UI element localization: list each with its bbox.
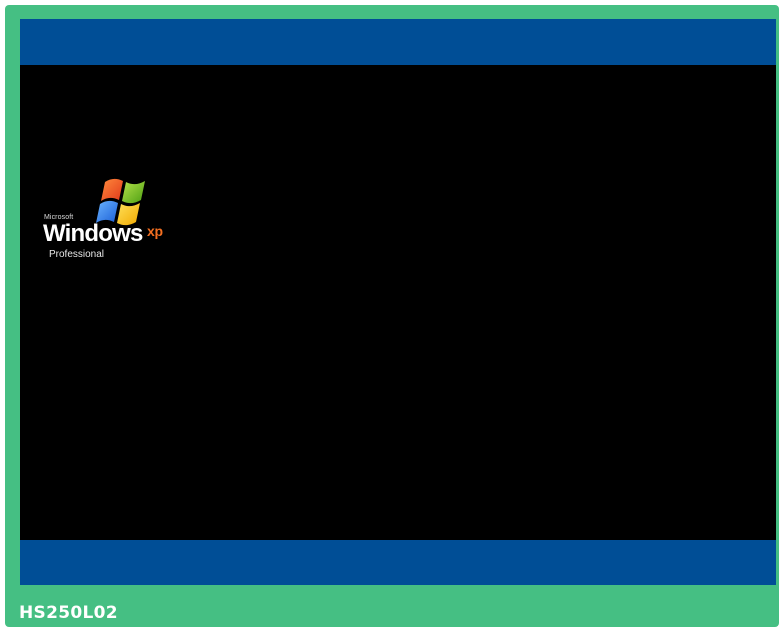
image-caption: HS250L02 xyxy=(19,603,118,623)
bottom-letterbox-bar xyxy=(20,540,776,585)
top-letterbox-bar xyxy=(20,19,776,65)
windows-wordmark: Windows xyxy=(43,220,143,247)
flag-green-pane xyxy=(122,181,145,204)
edition-label: Professional xyxy=(49,249,105,260)
display-screen: Microsoft Windows xp Professional xyxy=(20,19,776,585)
flag-red-pane xyxy=(101,178,123,201)
windows-xp-logo: Microsoft Windows xp Professional xyxy=(43,172,183,272)
device-frame: Microsoft Windows xp Professional xyxy=(5,5,779,627)
xp-wordmark: xp xyxy=(147,223,163,239)
